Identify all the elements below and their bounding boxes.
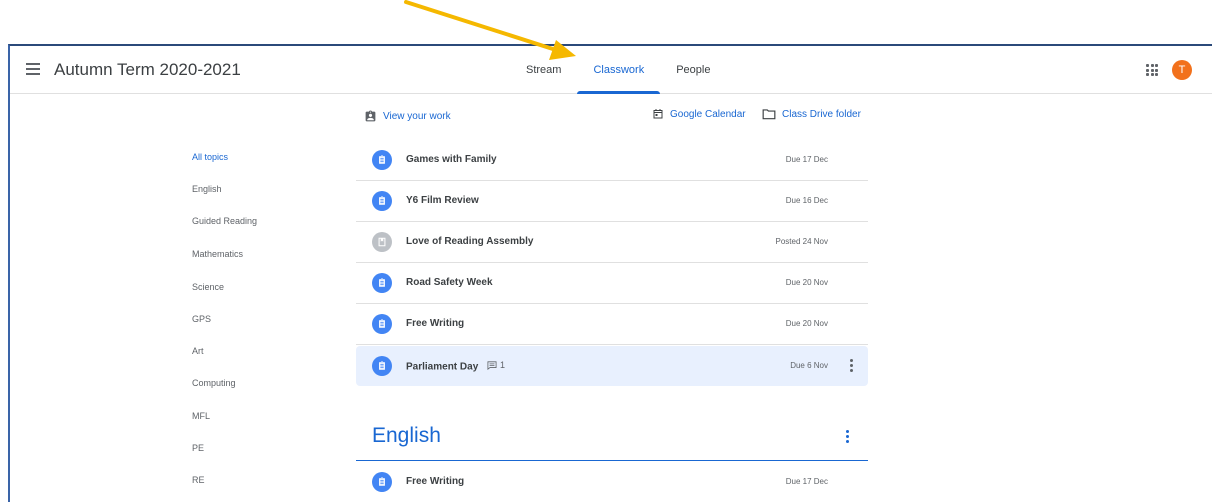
classwork-item[interactable]: Games with Family Due 17 Dec — [356, 140, 868, 181]
class-title[interactable]: Autumn Term 2020-2021 — [54, 60, 241, 80]
folder-icon — [762, 109, 776, 120]
topic-english[interactable]: English — [192, 184, 222, 194]
classwork-due: Due 20 Nov — [785, 319, 828, 328]
classwork-item[interactable]: Love of Reading Assembly Posted 24 Nov — [356, 222, 868, 263]
topic-gps[interactable]: GPS — [192, 314, 211, 324]
classwork-item[interactable]: Parliament Day 1 Due 6 Nov — [356, 346, 868, 386]
topic-mathematics[interactable]: Mathematics — [192, 249, 243, 259]
classwork-due: Due 16 Dec — [785, 196, 828, 205]
classroom-window: Autumn Term 2020-2021 Stream Classwork P… — [8, 44, 1212, 502]
classwork-due: Due 17 Dec — [785, 155, 828, 164]
assignment-icon — [372, 356, 392, 376]
topic-all-topics[interactable]: All topics — [192, 152, 228, 162]
assignment-icon — [372, 191, 392, 211]
assignment-icon — [372, 314, 392, 334]
google-apps-icon[interactable] — [1146, 64, 1158, 76]
main-menu-icon[interactable] — [26, 63, 40, 75]
assignment-icon — [372, 273, 392, 293]
section-more-options-icon[interactable] — [846, 430, 850, 444]
comment-count: 1 — [487, 360, 505, 370]
class-tabs: Stream Classwork People — [510, 46, 726, 94]
classwork-title: Free Writing — [406, 476, 465, 487]
classwork-title: Parliament Day 1 — [406, 360, 505, 373]
assignment-icon — [372, 150, 392, 170]
view-your-work-link[interactable]: View your work — [364, 110, 451, 123]
topic-art[interactable]: Art — [192, 346, 204, 356]
classwork-item[interactable]: Road Safety Week Due 20 Nov — [356, 263, 868, 304]
classwork-due: Due 6 Nov — [790, 361, 828, 370]
google-calendar-label: Google Calendar — [670, 108, 746, 120]
classwork-title: Y6 Film Review — [406, 195, 479, 206]
classwork-title: Free Writing — [406, 318, 465, 329]
class-drive-folder-link[interactable]: Class Drive folder — [762, 108, 861, 120]
classwork-title: Love of Reading Assembly — [406, 236, 534, 247]
classwork-due: Due 17 Dec — [785, 477, 828, 486]
classwork-title: Road Safety Week — [406, 277, 493, 288]
topic-computing[interactable]: Computing — [192, 378, 236, 388]
topic-re[interactable]: RE — [192, 475, 205, 485]
view-your-work-label: View your work — [383, 111, 451, 122]
tab-people[interactable]: People — [660, 46, 726, 94]
google-calendar-link[interactable]: Google Calendar — [652, 108, 746, 120]
classwork-title-text: Parliament Day — [406, 361, 479, 373]
section-title-english[interactable]: English — [372, 424, 441, 448]
app-header: Autumn Term 2020-2021 Stream Classwork P… — [10, 46, 1212, 94]
topic-science[interactable]: Science — [192, 282, 224, 292]
classwork-due: Posted 24 Nov — [775, 237, 828, 246]
calendar-icon — [653, 109, 663, 119]
assignment-ind-icon — [365, 110, 376, 122]
topic-guided-reading[interactable]: Guided Reading — [192, 216, 257, 226]
classwork-due: Due 20 Nov — [785, 278, 828, 287]
tab-stream[interactable]: Stream — [510, 46, 577, 94]
class-drive-folder-label: Class Drive folder — [782, 108, 861, 120]
classwork-item[interactable]: Y6 Film Review Due 16 Dec — [356, 181, 868, 222]
comment-count-value: 1 — [500, 360, 506, 370]
assignment-icon — [372, 472, 392, 492]
screenshot-top-margin — [0, 0, 1212, 44]
classwork-item[interactable]: Free Writing Due 20 Nov — [356, 304, 868, 345]
classwork-title: Games with Family — [406, 154, 497, 165]
classwork-item[interactable]: Free Writing Due 17 Dec — [356, 462, 868, 502]
topic-mfl[interactable]: MFL — [192, 411, 210, 421]
tab-classwork[interactable]: Classwork — [577, 46, 660, 94]
comment-icon — [487, 360, 497, 370]
topic-pe[interactable]: PE — [192, 443, 204, 453]
material-icon — [372, 232, 392, 252]
account-avatar[interactable]: T — [1172, 60, 1192, 80]
more-options-icon[interactable] — [850, 359, 854, 373]
section-divider — [356, 460, 868, 461]
